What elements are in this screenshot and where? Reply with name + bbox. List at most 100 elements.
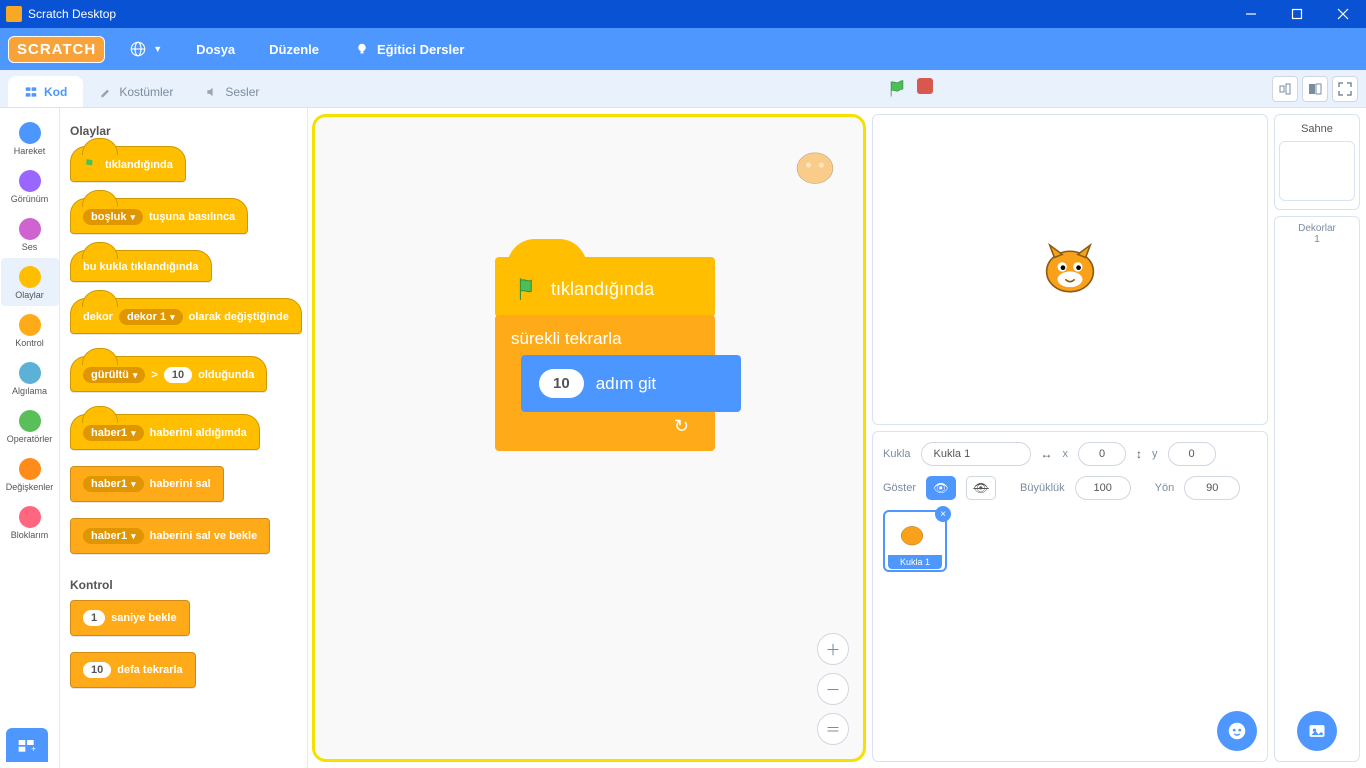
block-when-sprite-clicked[interactable]: bu kukla tıklandığında — [70, 250, 307, 282]
script-forever[interactable]: sürekli tekrarla 10 adım git ↻ — [495, 315, 715, 451]
tab-costumes[interactable]: Kostümler — [83, 76, 189, 107]
category-dot-icon — [19, 362, 41, 384]
sprite-panel: Kukla ↔ x ↕ y Göster 👁 👁 Büyüklük Yön — [872, 431, 1268, 762]
category-kontrol[interactable]: Kontrol — [1, 306, 59, 354]
size-label: Büyüklük — [1020, 482, 1065, 494]
xy-arrows-icon: ↕ — [1136, 447, 1142, 461]
category-dot-icon — [19, 458, 41, 480]
code-icon — [24, 85, 38, 99]
sprite-size-input[interactable] — [1075, 476, 1131, 500]
block-when-greater-than[interactable]: gürültü>10olduğunda — [70, 356, 307, 392]
bulb-icon — [353, 40, 371, 58]
script-stack[interactable]: tıklandığında sürekli tekrarla 10 adım g… — [495, 257, 715, 451]
category-dot-icon — [19, 314, 41, 336]
green-flag-button[interactable] — [887, 78, 907, 100]
category-dot-icon — [19, 170, 41, 192]
code-workspace[interactable]: tıklandığında sürekli tekrarla 10 adım g… — [312, 114, 866, 762]
direction-label: Yön — [1155, 482, 1175, 494]
block-broadcast[interactable]: haber1haberini sal — [70, 466, 307, 502]
window-close-button[interactable] — [1320, 0, 1366, 28]
script-hat-when-flag[interactable]: tıklandığında — [495, 257, 715, 317]
sprite-on-stage[interactable] — [1031, 231, 1109, 309]
image-plus-icon — [1307, 721, 1327, 741]
delete-sprite-button[interactable]: × — [935, 506, 951, 522]
loop-arrow-icon: ↻ — [511, 412, 699, 437]
window-maximize-button[interactable] — [1274, 0, 1320, 28]
sprite-thumb-name: Kukla 1 — [888, 555, 942, 569]
window-minimize-button[interactable] — [1228, 0, 1274, 28]
zoom-in-button[interactable]: ＋ — [817, 633, 849, 665]
block-when-backdrop-switches[interactable]: dekordekor 1olarak değiştiğinde — [70, 298, 307, 334]
stage-pane: Sahne Dekorlar 1 — [1274, 114, 1360, 762]
stage-thumbnail[interactable] — [1279, 141, 1355, 201]
block-repeat[interactable]: 10defa tekrarla — [70, 652, 307, 688]
zoom-out-button[interactable]: － — [817, 673, 849, 705]
script-move-steps[interactable]: 10 adım git — [521, 355, 741, 412]
category-bloklarım[interactable]: Bloklarım — [1, 498, 59, 546]
edit-menu[interactable]: Düzenle — [259, 36, 329, 63]
extension-icon: + — [16, 735, 38, 755]
stage[interactable] — [872, 114, 1268, 425]
category-ses[interactable]: Ses — [1, 210, 59, 258]
category-hareket[interactable]: Hareket — [1, 114, 59, 162]
tab-sounds-label: Sesler — [225, 85, 259, 99]
sound-icon — [205, 85, 219, 99]
flag-icon — [515, 275, 541, 303]
stage-header: Sahne — [1274, 114, 1360, 210]
category-operatörler[interactable]: Operatörler — [1, 402, 59, 450]
xy-arrows-icon: ↔ — [1041, 447, 1053, 461]
app-icon — [6, 6, 22, 22]
category-strip: HareketGörünümSesOlaylarKontrolAlgılamaO… — [0, 108, 60, 768]
category-dot-icon — [19, 410, 41, 432]
block-palette[interactable]: Olaylar tıklandığında boşluktuşuna basıl… — [60, 108, 308, 768]
block-when-receive[interactable]: haber1haberini aldığımda — [70, 414, 307, 450]
backdrops-section: Dekorlar 1 — [1274, 216, 1360, 762]
sprite-name-label: Kukla — [883, 448, 911, 460]
sprite-thumbnail[interactable]: × Kukla 1 — [883, 510, 947, 572]
add-backdrop-button[interactable] — [1297, 711, 1337, 751]
file-menu[interactable]: Dosya — [186, 36, 245, 63]
sprite-x-input[interactable] — [1078, 442, 1126, 466]
palette-control-header: Kontrol — [70, 578, 307, 592]
category-olaylar[interactable]: Olaylar — [1, 258, 59, 306]
zoom-reset-button[interactable]: ＝ — [817, 713, 849, 745]
tab-sounds[interactable]: Sesler — [189, 76, 275, 107]
fullscreen-button[interactable] — [1332, 76, 1358, 102]
block-when-flag-clicked[interactable]: tıklandığında — [70, 146, 307, 182]
category-görünüm[interactable]: Görünüm — [1, 162, 59, 210]
sprite-direction-input[interactable] — [1184, 476, 1240, 500]
stage-small-button[interactable] — [1272, 76, 1298, 102]
tutorials-button[interactable]: Eğitici Dersler — [343, 34, 474, 64]
brush-icon — [99, 85, 113, 99]
add-sprite-button[interactable] — [1217, 711, 1257, 751]
add-extension-button[interactable]: + — [6, 728, 48, 762]
category-dot-icon — [19, 266, 41, 288]
category-algılama[interactable]: Algılama — [1, 354, 59, 402]
tab-code-label: Kod — [44, 85, 67, 99]
globe-icon — [129, 40, 147, 58]
show-sprite-button[interactable]: 👁 — [926, 476, 956, 500]
flag-icon — [83, 157, 99, 173]
stop-button[interactable] — [917, 78, 933, 94]
block-broadcast-wait[interactable]: haber1haberini sal ve bekle — [70, 518, 307, 554]
show-label: Göster — [883, 482, 916, 494]
language-menu[interactable]: ▼ — [119, 34, 172, 64]
svg-text:+: + — [31, 744, 36, 754]
sprite-y-input[interactable] — [1168, 442, 1216, 466]
category-değişkenler[interactable]: Değişkenler — [1, 450, 59, 498]
sprite-name-input[interactable] — [921, 442, 1031, 466]
main-area: HareketGörünümSesOlaylarKontrolAlgılamaO… — [0, 108, 1366, 768]
palette-events-header: Olaylar — [70, 124, 307, 138]
scratch-logo: SCRATCH — [8, 36, 105, 63]
cat-plus-icon — [1226, 720, 1248, 742]
tab-code[interactable]: Kod — [8, 76, 83, 107]
stage-large-button[interactable] — [1302, 76, 1328, 102]
sprite-watermark-icon — [783, 133, 847, 197]
menu-bar: SCRATCH ▼ Dosya Düzenle Eğitici Dersler — [0, 28, 1366, 70]
category-dot-icon — [19, 122, 41, 144]
block-when-key-pressed[interactable]: boşluktuşuna basılınca — [70, 198, 307, 234]
right-column: Kukla ↔ x ↕ y Göster 👁 👁 Büyüklük Yön — [872, 108, 1366, 768]
block-wait[interactable]: 1saniye bekle — [70, 600, 307, 636]
window-title: Scratch Desktop — [28, 7, 1228, 21]
hide-sprite-button[interactable]: 👁 — [966, 476, 996, 500]
